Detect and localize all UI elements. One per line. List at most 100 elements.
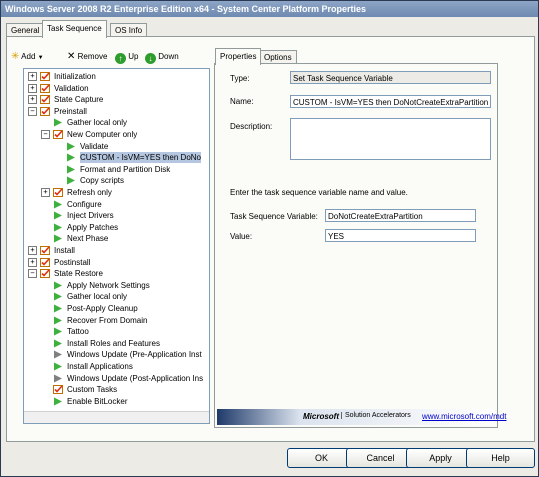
tree-item-label: Install [54,246,75,255]
checked-folder-icon [40,257,50,267]
tree-group[interactable]: + State Capture [28,94,204,105]
expand-icon[interactable]: + [28,257,37,267]
type-label: Type: [230,74,250,83]
checked-folder-icon [40,72,50,81]
task-sequence-tree[interactable]: + Initialization + Validation + State Capture… [23,68,210,424]
apply-button[interactable]: Apply [406,448,475,468]
remove-button[interactable]: ✕ Remove [67,49,107,65]
tree-item-label: Post-Apply Cleanup [67,304,138,313]
step-icon [54,211,62,220]
tree-step[interactable]: Install Roles and Features [41,338,204,349]
chevron-down-icon: ▼ [37,55,44,61]
step-icon [67,165,75,174]
remove-icon: ✕ [67,51,76,62]
tree-item-label: Windows Update (Pre-Application Inst [67,350,202,360]
expand-icon[interactable]: + [28,72,37,81]
down-button[interactable]: ↓ Down [145,49,179,65]
tree-step[interactable]: Windows Update (Post-Application Ins [41,373,204,384]
tree-item-label: CUSTOM - IsVM=YES then DoNo [80,152,201,164]
expand-icon[interactable]: + [28,95,37,105]
tree-step[interactable]: Enable BitLocker [41,396,204,407]
step-icon [67,153,75,162]
tree-step[interactable]: Next Phase [41,233,204,244]
arrow-up-icon: ↑ [115,53,126,64]
tree-item-label: Custom Tasks [67,385,118,395]
tree-group[interactable]: − State Restore [28,268,204,279]
add-button[interactable]: ✳ Add ▼ [11,49,44,65]
name-field[interactable]: CUSTOM - IsVM=YES then DoNotCreateExtraP… [290,95,491,108]
solution-accelerators-banner: Microsoft Solution Accelerators www.micr… [217,409,506,425]
tree-item-label: Recover From Domain [67,315,148,325]
tree-group[interactable]: + Initialization [28,71,204,82]
tree-group[interactable]: + Postinstall [28,257,204,268]
description-label: Description: [230,122,273,131]
checked-folder-icon [40,83,50,93]
step-icon [54,339,62,348]
tree-step[interactable]: Gather local only [41,291,204,302]
tree-step[interactable]: Validate [54,141,204,152]
tree-item-label: Preinstall [54,106,87,116]
step-icon [54,316,62,325]
tree-step[interactable]: Copy scripts [54,175,204,186]
tree-group[interactable]: − New Computer only [41,129,204,140]
collapse-icon[interactable]: − [28,269,37,279]
tab-task-sequence[interactable]: Task Sequence [42,20,107,38]
tree-step[interactable]: Install Applications [41,361,204,372]
cancel-button[interactable]: Cancel [346,448,415,468]
tree-step[interactable]: Inject Drivers [41,210,204,221]
horizontal-scrollbar[interactable] [24,411,209,423]
tree-item-label: State Capture [54,95,104,105]
collapse-icon[interactable]: − [41,130,50,139]
tree-item-label: Validate [80,141,109,151]
name-label: Name: [230,97,254,106]
up-label: Up [128,52,139,61]
tree-step[interactable]: Gather local only [41,117,204,128]
tree-item-label: Tattoo [67,327,89,337]
tree-step[interactable]: Configure [41,199,204,210]
tree-step[interactable]: Apply Network Settings [41,280,204,291]
arrow-down-icon: ↓ [145,53,156,64]
step-icon [67,142,75,151]
checked-folder-icon [53,188,63,197]
tree-item-label: State Restore [54,269,103,279]
mdt-link[interactable]: www.microsoft.com/mdt [422,412,506,421]
add-icon: ✳ [11,51,20,62]
help-button[interactable]: Help [466,448,535,468]
banner-product: Solution Accelerators [341,412,411,419]
tree-item-label: Install Roles and Features [67,338,160,348]
description-field[interactable] [290,118,491,160]
step-icon [54,304,62,313]
tab-properties[interactable]: Properties [215,48,262,65]
checked-folder-icon [40,246,50,255]
tree-step[interactable]: Windows Update (Pre-Application Inst [41,349,204,360]
tree-group[interactable]: + Install [28,245,204,256]
tree-step[interactable]: Tattoo [41,326,204,337]
tree-item-label: Initialization [54,72,96,81]
expand-icon[interactable]: + [41,188,50,197]
expand-icon[interactable]: + [28,246,37,255]
tree-group[interactable]: Custom Tasks [41,384,204,395]
tree-step[interactable]: Recover From Domain [41,315,204,326]
tree-item-label: Configure [67,199,102,209]
tree-step[interactable]: Format and Partition Disk [54,164,204,175]
tree-group[interactable]: + Refresh only [41,187,204,198]
collapse-icon[interactable]: − [28,106,37,116]
disabled-step-icon [54,374,62,383]
tree-group[interactable]: + Validation [28,83,204,94]
variable-field[interactable]: DoNotCreateExtraPartition [325,209,476,222]
tree-item-label: Postinstall [54,257,91,267]
checked-folder-icon [53,385,63,395]
tree-step[interactable]: Post-Apply Cleanup [41,303,204,314]
tree-group[interactable]: − Preinstall [28,106,204,117]
tree-step[interactable]: Apply Patches [41,222,204,233]
tree-items: + Initialization + Validation + State Capture… [24,71,209,411]
expand-icon[interactable]: + [28,83,37,93]
step-icon [54,200,62,209]
instructions-text: Enter the task sequence variable name an… [230,188,408,197]
tree-step[interactable]: CUSTOM - IsVM=YES then DoNo [54,152,204,164]
tree-item-label: Apply Patches [67,222,119,232]
tree-item-label: Enable BitLocker [67,396,128,406]
tree-item-label: Install Applications [67,362,133,371]
up-button[interactable]: ↑ Up [115,49,138,65]
value-field[interactable]: YES [325,229,476,242]
